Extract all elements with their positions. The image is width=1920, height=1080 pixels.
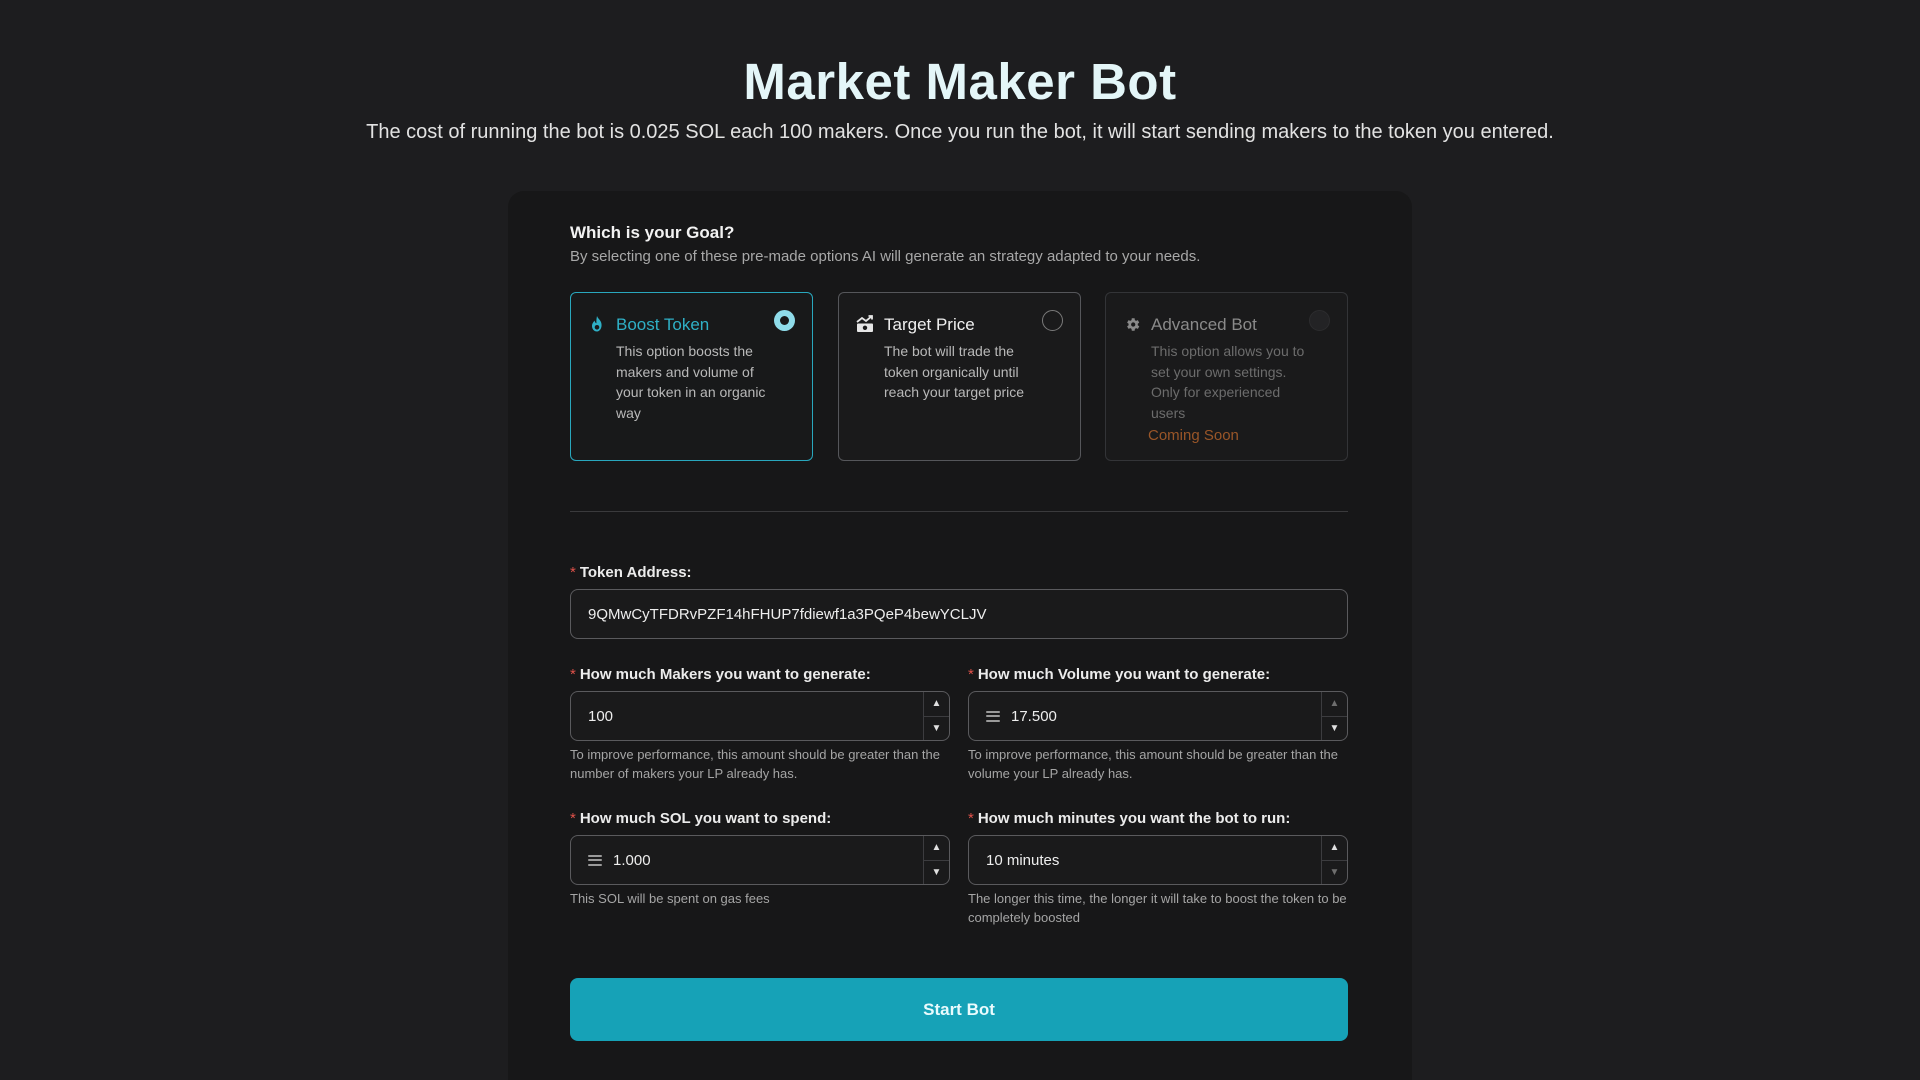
goal-option-target-price[interactable]: Target Price The bot will trade the toke… — [838, 292, 1081, 461]
goal-option-advanced-bot: Advanced Bot This option allows you to s… — [1105, 292, 1348, 461]
makers-help: To improve performance, this amount shou… — [570, 747, 940, 781]
required-mark: * — [570, 564, 576, 581]
decrement-button[interactable]: ▼ — [924, 717, 949, 741]
sol-icon — [986, 710, 1000, 722]
sol-stepper: ▲ ▼ — [923, 836, 949, 884]
minutes-help: The longer this time, the longer it will… — [968, 891, 1347, 925]
token-address-input[interactable]: 9QMwCyTFDRvPZF14hFHUP7fdiewf1a3PQeP4bewY… — [570, 589, 1348, 639]
increment-button[interactable]: ▲ — [924, 692, 949, 717]
decrement-button[interactable]: ▼ — [1322, 717, 1347, 741]
option-description: This option allows you to set your own s… — [1151, 343, 1305, 421]
minutes-value: 10 minutes — [986, 851, 1060, 869]
required-mark: * — [968, 810, 974, 827]
sol-input[interactable]: 1.000 ▲ ▼ — [570, 835, 950, 885]
required-mark: * — [570, 810, 576, 827]
page: Market Maker Bot The cost of running the… — [0, 0, 1920, 1080]
increment-button[interactable]: ▲ — [924, 836, 949, 861]
makers-input[interactable]: 100 ▲ ▼ — [570, 691, 950, 741]
volume-input[interactable]: 17.500 ▲ ▼ — [968, 691, 1348, 741]
minutes-input[interactable]: 10 minutes ▲ ▼ — [968, 835, 1348, 885]
sol-icon — [588, 854, 602, 866]
option-description: The bot will trade the token organically… — [884, 343, 1025, 400]
option-label: Boost Token — [616, 315, 710, 334]
page-subtitle: The cost of running the bot is 0.025 SOL… — [366, 121, 1554, 143]
sol-help: This SOL will be spent on gas fees — [570, 891, 770, 906]
makers-label: * How much Makers you want to generate: — [570, 666, 871, 683]
option-label: Advanced Bot — [1151, 315, 1257, 334]
decrement-button[interactable]: ▼ — [924, 861, 949, 885]
minutes-stepper: ▲ ▼ — [1321, 836, 1347, 884]
sol-label: * How much SOL you want to spend: — [570, 810, 832, 827]
goal-description: By selecting one of these pre-made optio… — [570, 248, 1201, 265]
page-title: Market Maker Bot — [743, 53, 1177, 110]
decrement-button[interactable]: ▼ — [1322, 861, 1347, 885]
chart-icon — [856, 315, 874, 333]
goal-option-boost-token[interactable]: Boost Token This option boosts the maker… — [570, 292, 813, 461]
increment-button[interactable]: ▲ — [1322, 836, 1347, 861]
option-radio-disabled — [1309, 310, 1330, 331]
volume-value: 17.500 — [1011, 707, 1057, 725]
option-description: This option boosts the makers and volume… — [616, 343, 766, 421]
required-mark: * — [968, 666, 974, 683]
volume-label: * How much Volume you want to generate: — [968, 666, 1271, 683]
makers-stepper: ▲ ▼ — [923, 692, 949, 740]
goal-title: Which is your Goal? — [570, 223, 735, 242]
start-bot-button[interactable]: Start Bot — [570, 978, 1348, 1041]
token-address-value: 9QMwCyTFDRvPZF14hFHUP7fdiewf1a3PQeP4bewY… — [588, 605, 987, 623]
option-radio[interactable] — [1042, 310, 1063, 331]
option-radio-selected[interactable] — [774, 310, 795, 331]
required-mark: * — [570, 666, 576, 683]
flame-icon — [588, 315, 606, 333]
volume-help: To improve performance, this amount shou… — [968, 747, 1338, 781]
token-address-label: * Token Address: — [570, 564, 692, 581]
option-label: Target Price — [884, 315, 975, 334]
gear-icon — [1123, 315, 1141, 333]
sol-value: 1.000 — [613, 851, 651, 869]
minutes-label: * How much minutes you want the bot to ru… — [968, 810, 1291, 827]
bot-config-card: Which is your Goal? By selecting one of … — [508, 191, 1412, 1080]
increment-button[interactable]: ▲ — [1322, 692, 1347, 717]
coming-soon-badge: Coming Soon — [1148, 427, 1239, 444]
makers-value: 100 — [588, 707, 614, 725]
volume-stepper: ▲ ▼ — [1321, 692, 1347, 740]
section-divider — [570, 511, 1348, 512]
